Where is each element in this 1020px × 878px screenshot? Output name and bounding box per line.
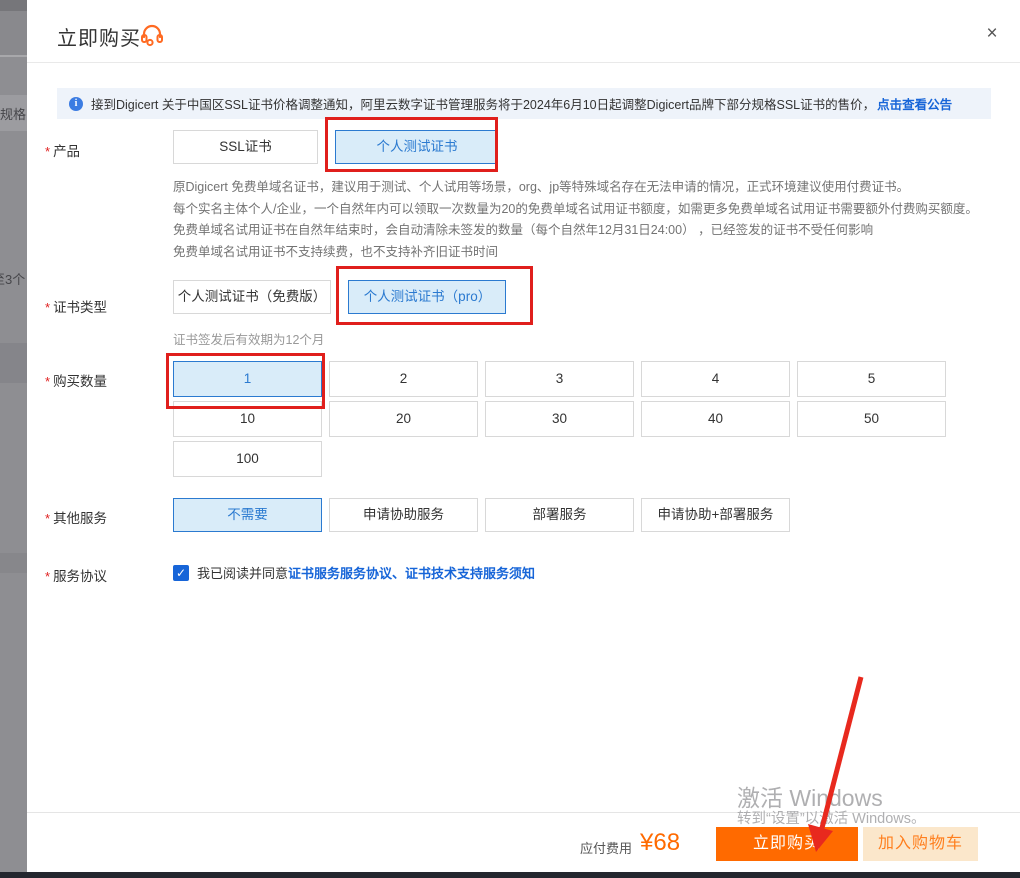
agreement-label: *服务协议	[45, 565, 107, 585]
background-band	[0, 11, 27, 55]
background-clipped-text: 至3个	[0, 269, 25, 288]
service-option-assist[interactable]: 申请协助服务	[329, 498, 478, 532]
quantity-option-100[interactable]: 100	[173, 441, 322, 477]
service-option-none[interactable]: 不需要	[173, 498, 322, 532]
other-services-label: *其他服务	[45, 507, 107, 527]
quantity-option-40[interactable]: 40	[641, 401, 790, 437]
background-page-strip: 分规格 至3个	[0, 0, 27, 872]
agreement-links[interactable]: 证书服务服务协议、证书技术支持服务须知	[288, 566, 535, 581]
background-band	[0, 55, 27, 57]
quantity-label: *购买数量	[45, 370, 107, 390]
required-marker: *	[45, 569, 50, 584]
cert-type-options: 个人测试证书（免费版） 个人测试证书（pro）	[173, 280, 506, 314]
quantity-option-50[interactable]: 50	[797, 401, 946, 437]
quantity-option-10[interactable]: 10	[173, 401, 322, 437]
service-option-assist-deploy[interactable]: 申请协助+部署服务	[641, 498, 790, 532]
description-line: 免费单域名试用证书不支持续费，也不支持补齐旧证书时间	[173, 242, 1013, 264]
other-services-options: 不需要 申请协助服务 部署服务 申请协助+部署服务	[173, 498, 790, 532]
purchase-dialog: 立即购买 × i 接到Digicert 关于中国区SSL证书价格调整通知，阿里云…	[27, 0, 1020, 872]
agreement-row: ✓ 我已阅读并同意证书服务服务协议、证书技术支持服务须知	[173, 563, 535, 582]
option-cert-free[interactable]: 个人测试证书（免费版）	[173, 280, 331, 314]
quantity-option-30[interactable]: 30	[485, 401, 634, 437]
quantity-option-20[interactable]: 20	[329, 401, 478, 437]
quantity-option-1[interactable]: 1	[173, 361, 322, 397]
header-divider	[27, 62, 1020, 63]
product-description: 原Digicert 免费单域名证书，建议用于测试、个人试用等场景，org、jp等…	[173, 177, 1013, 263]
description-line: 原Digicert 免费单域名证书，建议用于测试、个人试用等场景，org、jp等…	[173, 177, 1013, 199]
footer-divider	[27, 812, 1020, 813]
description-line: 每个实名主体个人/企业，一个自然年内可以领取一次数量为20的免费单域名试用证书额…	[173, 199, 1013, 221]
service-option-deploy[interactable]: 部署服务	[485, 498, 634, 532]
close-icon[interactable]: ×	[980, 22, 1004, 46]
required-marker: *	[45, 144, 50, 159]
page-title: 立即购买	[57, 22, 141, 51]
customer-service-headset-icon[interactable]	[139, 23, 165, 47]
dialog-header: 立即购买 ×	[27, 0, 1020, 62]
description-line: 免费单域名试用证书在自然年结束时，会自动清除未签发的数量（每个自然年12月31日…	[173, 220, 1013, 242]
buy-now-button[interactable]: 立即购买	[716, 827, 858, 861]
view-announcement-link[interactable]: 点击查看公告	[877, 94, 952, 113]
agreement-checkbox[interactable]: ✓	[173, 565, 189, 581]
agreement-text: 我已阅读并同意证书服务服务协议、证书技术支持服务须知	[197, 563, 535, 582]
quantity-option-4[interactable]: 4	[641, 361, 790, 397]
option-personal-test-cert[interactable]: 个人测试证书	[335, 130, 498, 164]
quantity-option-3[interactable]: 3	[485, 361, 634, 397]
notice-text: 接到Digicert 关于中国区SSL证书价格调整通知，阿里云数字证书管理服务将…	[91, 94, 875, 113]
quantity-option-2[interactable]: 2	[329, 361, 478, 397]
price-notice-banner: i 接到Digicert 关于中国区SSL证书价格调整通知，阿里云数字证书管理服…	[57, 88, 991, 119]
required-marker: *	[45, 511, 50, 526]
background-clipped-text: 分规格	[0, 104, 26, 123]
fee-value: ¥68	[640, 829, 680, 857]
cert-validity-hint: 证书签发后有效期为12个月	[173, 329, 324, 348]
info-icon: i	[69, 97, 83, 111]
background-band	[0, 0, 27, 11]
quantity-option-5[interactable]: 5	[797, 361, 946, 397]
add-to-cart-button[interactable]: 加入购物车	[863, 827, 978, 861]
required-marker: *	[45, 374, 50, 389]
option-cert-pro[interactable]: 个人测试证书（pro）	[348, 280, 506, 314]
taskbar-edge	[0, 872, 1020, 878]
background-band	[0, 553, 27, 573]
cert-type-label: *证书类型	[45, 296, 107, 316]
background-band	[0, 343, 27, 383]
product-options: SSL证书 个人测试证书	[173, 130, 498, 164]
quantity-options: 1 2 3 4 5 10 20 30 40 50 100	[173, 361, 963, 477]
required-marker: *	[45, 300, 50, 315]
option-ssl-cert[interactable]: SSL证书	[173, 130, 318, 164]
product-label: *产品	[45, 140, 80, 160]
fee-label: 应付费用	[580, 838, 632, 857]
